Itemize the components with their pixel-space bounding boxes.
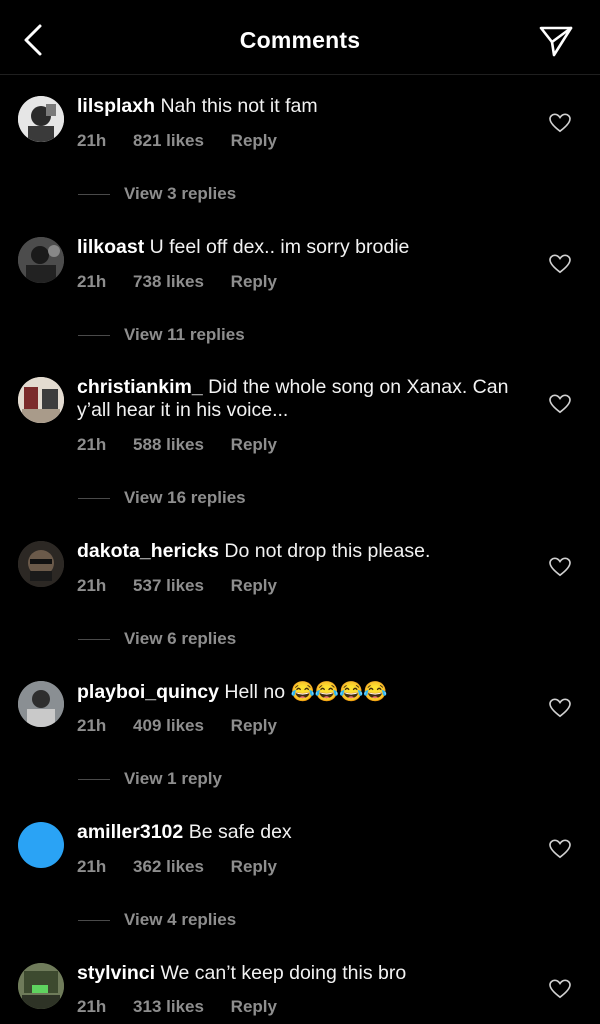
comment-text: U feel off dex.. im sorry brodie: [149, 236, 410, 258]
comment-likes[interactable]: 588 likes: [133, 435, 204, 454]
heart-outline-icon[interactable]: [549, 557, 571, 577]
view-replies-label: View 6 replies: [124, 629, 237, 648]
comment-text: Do not drop this please.: [224, 540, 431, 562]
comment-text: Nah this not it fam: [160, 95, 318, 117]
view-replies-label: View 11 replies: [124, 325, 245, 344]
view-replies-button[interactable]: View 1 reply: [78, 769, 222, 789]
divider: [78, 334, 110, 336]
heart-outline-icon[interactable]: [549, 113, 571, 133]
heart-outline-icon[interactable]: [549, 254, 571, 274]
reply-button[interactable]: Reply: [231, 576, 277, 595]
page-title: Comments: [239, 27, 361, 53]
comment-likes[interactable]: 738 likes: [133, 272, 204, 291]
view-replies-label: View 4 replies: [124, 910, 237, 929]
divider: [78, 497, 110, 499]
heart-outline-icon[interactable]: [549, 839, 571, 859]
avatar[interactable]: [18, 541, 64, 587]
avatar-photo: [18, 377, 64, 423]
avatar[interactable]: [18, 237, 64, 283]
comment-username[interactable]: christiankim_: [77, 376, 203, 398]
reply-button[interactable]: Reply: [231, 997, 277, 1016]
avatar[interactable]: [18, 822, 64, 868]
reply-button[interactable]: Reply: [231, 131, 277, 150]
heart-outline-icon[interactable]: [549, 394, 571, 414]
view-replies-button[interactable]: View 4 replies: [78, 910, 236, 930]
comment-likes[interactable]: 362 likes: [133, 857, 204, 876]
avatar[interactable]: [18, 963, 64, 1009]
view-replies-label: View 1 reply: [124, 769, 222, 788]
comment-time: 21h: [77, 716, 107, 735]
avatar-photo: [18, 541, 64, 587]
comment-time: 21h: [77, 997, 107, 1016]
header: Comments: [0, 0, 600, 75]
view-replies-button[interactable]: View 6 replies: [78, 629, 236, 649]
view-replies-label: View 16 replies: [124, 488, 246, 507]
divider: [78, 919, 110, 921]
comment-username[interactable]: playboi_quincy: [77, 681, 219, 703]
avatar-photo: [18, 237, 64, 283]
comment-likes[interactable]: 821 likes: [133, 131, 204, 150]
avatar-photo: [18, 963, 64, 1009]
comment-username[interactable]: amiller3102: [77, 821, 183, 843]
share-button[interactable]: [538, 24, 574, 58]
view-replies-button[interactable]: View 11 replies: [78, 325, 245, 345]
comment-time: 21h: [77, 576, 107, 595]
avatar-photo: [18, 96, 64, 142]
view-replies-button[interactable]: View 3 replies: [78, 184, 236, 204]
comment-text: Be safe dex: [188, 821, 292, 843]
comment-username[interactable]: stylvinci: [77, 962, 155, 984]
comment-time: 21h: [77, 857, 107, 876]
avatar[interactable]: [18, 96, 64, 142]
comment-likes[interactable]: 409 likes: [133, 716, 204, 735]
comment-username[interactable]: dakota_hericks: [77, 540, 219, 562]
reply-button[interactable]: Reply: [231, 272, 277, 291]
reply-button[interactable]: Reply: [231, 435, 277, 454]
view-replies-label: View 3 replies: [124, 184, 237, 203]
divider: [78, 638, 110, 640]
comment-time: 21h: [77, 131, 107, 150]
avatar[interactable]: [18, 681, 64, 727]
comment-text: We can’t keep doing this bro: [160, 962, 407, 984]
comment-time: 21h: [77, 272, 107, 291]
comment-username[interactable]: lilkoast: [77, 236, 144, 258]
reply-button[interactable]: Reply: [231, 857, 277, 876]
view-replies-button[interactable]: View 16 replies: [78, 488, 246, 508]
avatar-photo: [18, 681, 64, 727]
heart-outline-icon[interactable]: [549, 698, 571, 718]
comment-likes[interactable]: 313 likes: [133, 997, 204, 1016]
comment-time: 21h: [77, 435, 107, 454]
reply-button[interactable]: Reply: [231, 716, 277, 735]
avatar[interactable]: [18, 377, 64, 423]
comment-username[interactable]: lilsplaxh: [77, 95, 155, 117]
heart-outline-icon[interactable]: [549, 979, 571, 999]
divider: [78, 778, 110, 780]
comment-text: Hell no 😂😂😂😂: [224, 681, 388, 703]
divider: [78, 193, 110, 195]
comment-likes[interactable]: 537 likes: [133, 576, 204, 595]
paper-plane-icon: [539, 26, 573, 57]
